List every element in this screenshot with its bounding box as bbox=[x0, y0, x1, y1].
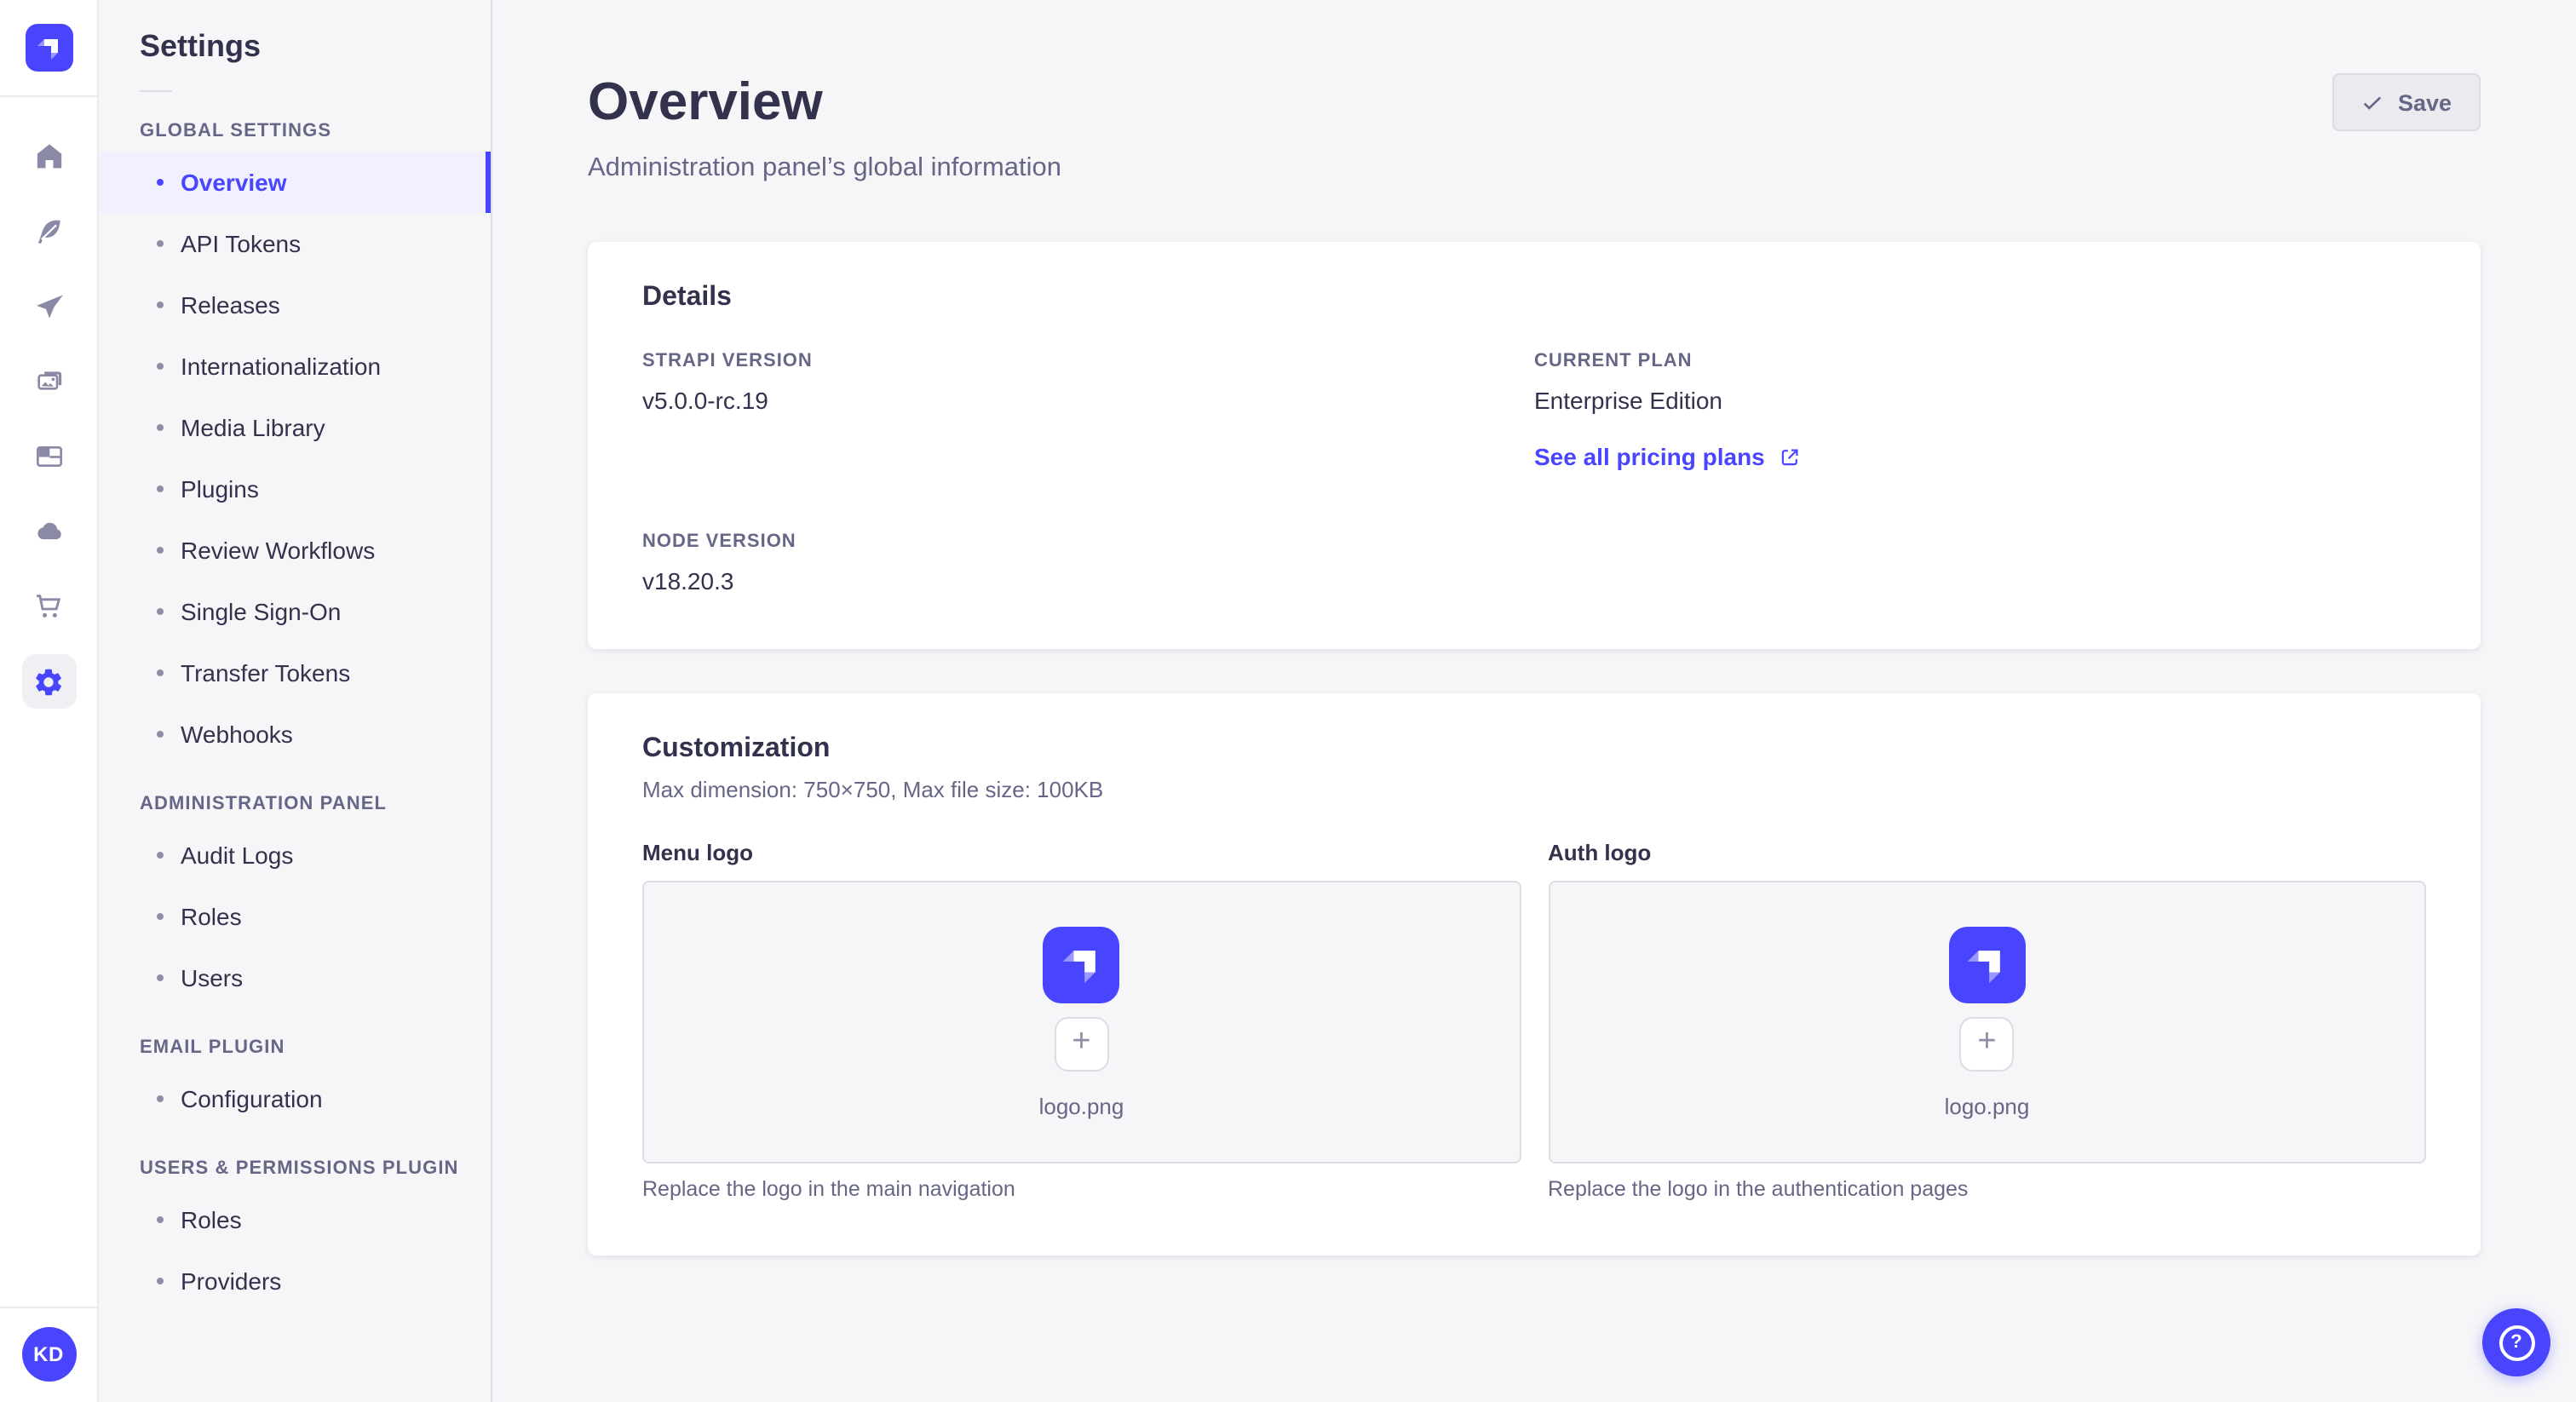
strapi-version-field: STRAPI VERSION v5.0.0-rc.19 bbox=[642, 351, 813, 415]
page-title: Overview bbox=[588, 72, 823, 131]
sidebar-item-media-library[interactable]: Media Library bbox=[99, 397, 491, 458]
sidebar-item-admin-roles[interactable]: Roles bbox=[99, 886, 491, 947]
pricing-plans-link[interactable]: See all pricing plans bbox=[1534, 443, 1801, 470]
strapi-logo-icon bbox=[1968, 951, 2001, 984]
auth-logo-dropzone[interactable]: + logo.png bbox=[1548, 881, 2426, 1164]
plus-icon: + bbox=[1072, 1024, 1091, 1060]
sidebar-item-transfer-tokens[interactable]: Transfer Tokens bbox=[99, 642, 491, 704]
sidebar-item-webhooks[interactable]: Webhooks bbox=[99, 704, 491, 765]
logos-grid: Menu logo + logo.png Replace the logo in… bbox=[642, 840, 2426, 1201]
sidebar-item-review-workflows[interactable]: Review Workflows bbox=[99, 520, 491, 581]
page-header: Overview Administration panel’s global i… bbox=[588, 72, 2481, 184]
bullet-icon bbox=[157, 1278, 164, 1284]
sidebar-item-overview[interactable]: Overview bbox=[99, 152, 491, 213]
sidebar-item-single-sign-on[interactable]: Single Sign-On bbox=[99, 581, 491, 642]
auth-logo-caption: Replace the logo in the authentication p… bbox=[1548, 1177, 1969, 1202]
bullet-icon bbox=[157, 486, 164, 492]
images-icon[interactable] bbox=[21, 354, 76, 409]
feather-icon[interactable] bbox=[21, 204, 76, 259]
details-card: Details STRAPI VERSION v5.0.0-rc.19 CURR… bbox=[588, 242, 2481, 650]
bullet-icon bbox=[157, 1216, 164, 1223]
details-heading: Details bbox=[642, 283, 732, 313]
bullet-icon bbox=[157, 302, 164, 308]
home-icon[interactable] bbox=[21, 129, 76, 184]
section-label: GLOBAL SETTINGS bbox=[140, 121, 332, 141]
layout-icon[interactable] bbox=[21, 429, 76, 484]
section-email-plugin: EMAIL PLUGIN Configuration bbox=[99, 1037, 491, 1129]
gear-icon[interactable] bbox=[21, 654, 76, 709]
auth-logo-preview bbox=[1948, 926, 2026, 1003]
menu-logo-preview bbox=[1043, 926, 1120, 1003]
section-administration-panel: ADMINISTRATION PANEL Audit Logs Roles Us… bbox=[99, 794, 491, 1008]
node-version-field: NODE VERSION v18.20.3 bbox=[642, 531, 796, 595]
sidebar-item-plugins[interactable]: Plugins bbox=[99, 458, 491, 520]
bullet-icon bbox=[157, 179, 164, 186]
sidebar-item-email-configuration[interactable]: Configuration bbox=[99, 1068, 491, 1129]
workspace-logo-area bbox=[0, 0, 97, 97]
sidebar-item-up-roles[interactable]: Roles bbox=[99, 1189, 491, 1250]
help-button[interactable]: ? bbox=[2482, 1308, 2550, 1376]
customization-heading: Customization bbox=[642, 734, 831, 764]
strapi-logo-icon bbox=[37, 39, 57, 60]
settings-subnav: Settings GLOBAL SETTINGS Overview API To… bbox=[99, 0, 492, 1402]
page-subtitle: Administration panel’s global informatio… bbox=[588, 153, 1062, 183]
cloud-icon[interactable] bbox=[21, 504, 76, 559]
menu-logo-input: Menu logo + logo.png Replace the logo in… bbox=[642, 840, 1521, 1201]
auth-logo-filename: logo.png bbox=[1944, 1093, 2030, 1119]
bullet-icon bbox=[157, 1095, 164, 1102]
rail-footer: KD bbox=[0, 1307, 97, 1402]
sidebar-item-api-tokens[interactable]: API Tokens bbox=[99, 213, 491, 274]
auth-logo-input: Auth logo + logo.png Replace the logo in… bbox=[1548, 840, 2426, 1201]
section-label: USERS & PERMISSIONS PLUGIN bbox=[140, 1158, 459, 1179]
user-avatar[interactable]: KD bbox=[21, 1327, 76, 1382]
main-nav-rail: KD bbox=[0, 0, 99, 1402]
sidebar-item-internationalization[interactable]: Internationalization bbox=[99, 336, 491, 397]
bullet-icon bbox=[157, 424, 164, 431]
bullet-icon bbox=[157, 974, 164, 981]
bullet-icon bbox=[157, 669, 164, 676]
bullet-icon bbox=[157, 363, 164, 370]
save-button[interactable]: Save bbox=[2332, 73, 2481, 131]
strapi-logo-icon bbox=[1062, 951, 1095, 984]
external-link-icon bbox=[1781, 448, 1798, 465]
bullet-icon bbox=[157, 240, 164, 247]
customization-card: Customization Max dimension: 750×750, Ma… bbox=[588, 693, 2481, 1256]
section-users-permissions-plugin: USERS & PERMISSIONS PLUGIN Roles Provide… bbox=[99, 1158, 491, 1312]
section-label: EMAIL PLUGIN bbox=[140, 1037, 285, 1058]
section-label: ADMINISTRATION PANEL bbox=[140, 794, 388, 814]
sidebar-item-audit-logs[interactable]: Audit Logs bbox=[99, 825, 491, 886]
rail-icon-list bbox=[21, 97, 76, 729]
bullet-icon bbox=[157, 913, 164, 920]
sidebar-item-admin-users[interactable]: Users bbox=[99, 947, 491, 1008]
question-mark-icon: ? bbox=[2498, 1324, 2534, 1360]
paper-plane-icon[interactable] bbox=[21, 279, 76, 334]
check-icon bbox=[2364, 95, 2383, 109]
details-grid: STRAPI VERSION v5.0.0-rc.19 CURRENT PLAN… bbox=[642, 351, 2426, 595]
section-global-settings: GLOBAL SETTINGS Overview API Tokens Rele… bbox=[99, 121, 491, 765]
strapi-logo[interactable] bbox=[25, 24, 72, 72]
bullet-icon bbox=[157, 731, 164, 738]
add-menu-logo-button[interactable]: + bbox=[1054, 1016, 1109, 1072]
bullet-icon bbox=[157, 608, 164, 615]
menu-logo-dropzone[interactable]: + logo.png bbox=[642, 881, 1521, 1164]
cart-icon[interactable] bbox=[21, 579, 76, 634]
menu-logo-filename: logo.png bbox=[1038, 1093, 1124, 1119]
customization-subheading: Max dimension: 750×750, Max file size: 1… bbox=[642, 777, 1104, 803]
bullet-icon bbox=[157, 852, 164, 859]
menu-logo-caption: Replace the logo in the main navigation bbox=[642, 1177, 1015, 1202]
plus-icon: + bbox=[1977, 1024, 1997, 1060]
main-content: Overview Administration panel’s global i… bbox=[492, 0, 2576, 1402]
subnav-title: Settings bbox=[140, 29, 262, 63]
subnav-divider bbox=[140, 90, 172, 92]
current-plan-field: CURRENT PLAN Enterprise Edition See all … bbox=[1534, 351, 2426, 474]
sidebar-item-releases[interactable]: Releases bbox=[99, 274, 491, 336]
sidebar-item-up-providers[interactable]: Providers bbox=[99, 1250, 491, 1312]
add-auth-logo-button[interactable]: + bbox=[1959, 1016, 2015, 1072]
bullet-icon bbox=[157, 547, 164, 554]
strapi-admin-app: KD Settings GLOBAL SETTINGS Overview API… bbox=[0, 0, 2576, 1402]
